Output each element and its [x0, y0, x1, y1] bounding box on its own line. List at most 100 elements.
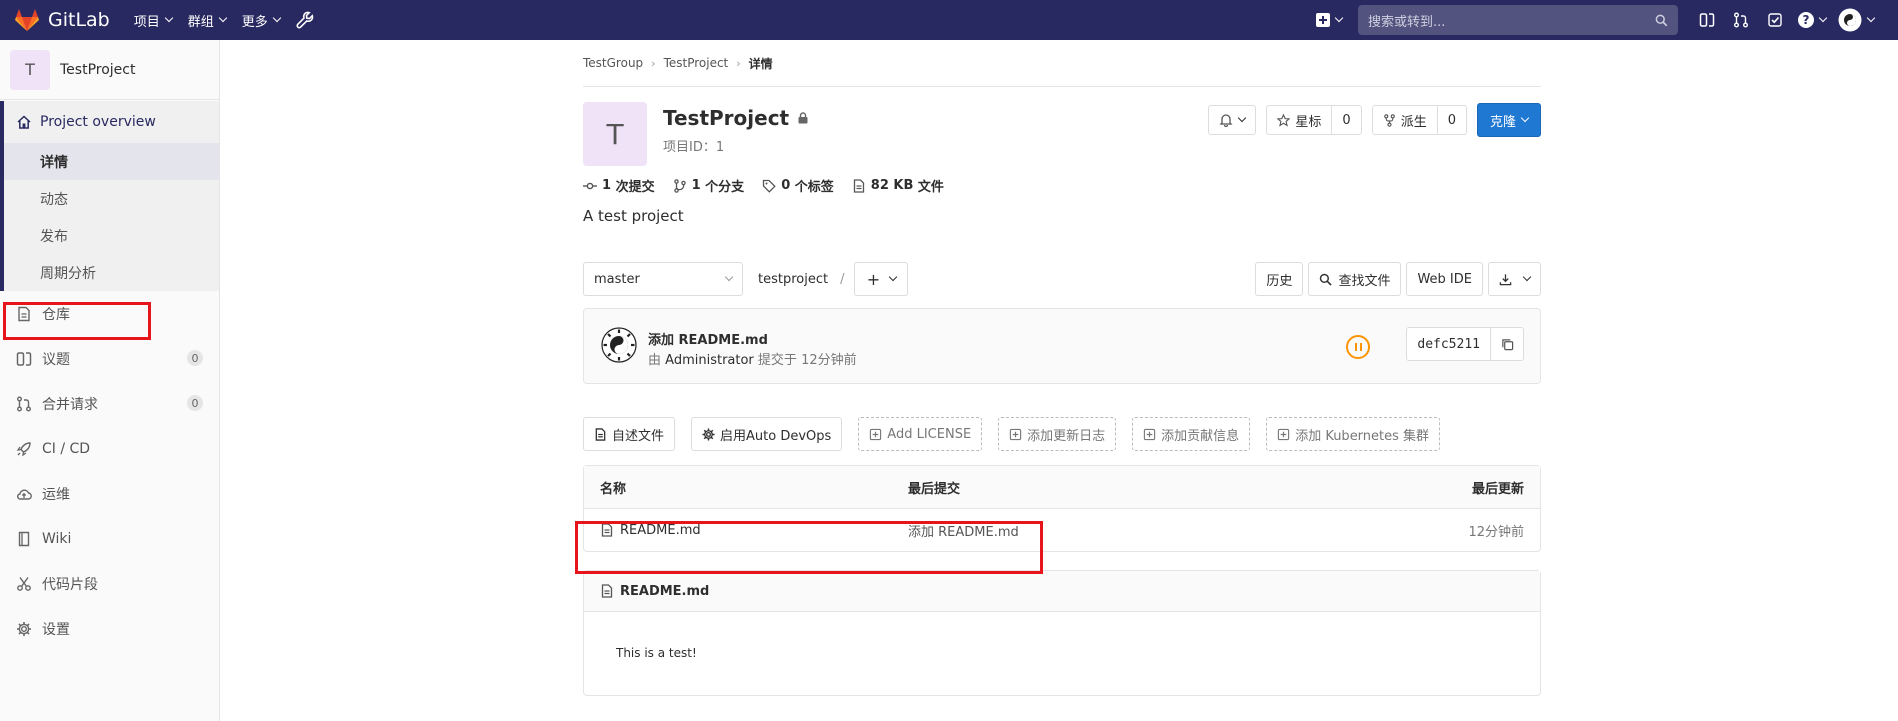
user-menu[interactable]	[1838, 8, 1876, 32]
plus-square-icon	[1144, 428, 1156, 440]
file-name: README.md	[620, 522, 701, 538]
project-avatar: T	[10, 49, 50, 90]
gitlab-logo[interactable]: GitLab	[14, 8, 110, 32]
chevron-down-icon	[1238, 113, 1247, 123]
project-actions: 星标 0 派生 0 克隆	[1208, 103, 1541, 137]
table-header: 名称 最后提交 最后更新	[584, 466, 1540, 509]
readme-filename[interactable]: README.md	[620, 584, 709, 599]
sidebar-project-header[interactable]: T TestProject	[0, 40, 219, 100]
chevron-down-icon	[724, 272, 734, 282]
sidebar-item-label: 代码片段	[42, 576, 98, 593]
new-dropdown[interactable]	[1316, 13, 1344, 27]
admin-area-link[interactable]	[296, 11, 314, 29]
breadcrumb-group[interactable]: TestGroup	[583, 56, 643, 70]
search-icon	[1320, 273, 1333, 286]
quick-action-label: 自述文件	[612, 428, 665, 444]
sidebar-item-issues[interactable]: 议题 0	[0, 336, 219, 381]
chevron-down-icon	[1818, 13, 1828, 23]
download-dropdown[interactable]	[1488, 262, 1541, 296]
sidebar-subitem-releases[interactable]: 发布	[4, 217, 219, 254]
sidebar-subitem-activity[interactable]: 动态	[4, 180, 219, 217]
table-row[interactable]: README.md 添加 README.md 12分钟前	[584, 509, 1540, 551]
star-count[interactable]: 0	[1332, 105, 1362, 135]
download-icon	[1499, 273, 1512, 285]
pipeline-paused-icon[interactable]	[1346, 335, 1370, 359]
sidebar-item-merge-requests[interactable]: 合并请求 0	[0, 381, 219, 426]
search-placeholder: 搜索或转到...	[1368, 14, 1446, 30]
copy-sha-button[interactable]	[1491, 328, 1523, 360]
breadcrumb-current[interactable]: 详情	[749, 55, 773, 72]
file-last-commit[interactable]: 添加 README.md	[908, 509, 1019, 551]
commit-time: 12分钟前	[801, 353, 857, 368]
projects-menu-label: 项目	[133, 14, 160, 30]
notification-dropdown[interactable]	[1208, 105, 1257, 135]
auto-devops-button[interactable]: 启用Auto DevOps	[691, 417, 843, 451]
sidebar-item-label: 运维	[42, 486, 70, 503]
sidebar-item-ci-cd[interactable]: CI / CD	[0, 426, 219, 471]
add-changelog-button[interactable]: 添加更新日志	[998, 417, 1117, 451]
sidebar-item-operations[interactable]: 运维	[0, 471, 219, 516]
tree-controls: master testproject / + 历史 查找文件 Web IDE	[583, 262, 1541, 296]
sidebar-project-name: TestProject	[60, 61, 136, 78]
tanuki-icon	[15, 9, 39, 31]
add-to-tree-dropdown[interactable]: +	[854, 262, 909, 296]
author-avatar[interactable]	[601, 327, 637, 363]
file-name-cell[interactable]: README.md	[600, 509, 701, 551]
project-header: T TestProject 项目ID：1 星标 0 派生 0 克隆	[583, 102, 1541, 186]
add-license-button[interactable]: Add LICENSE	[858, 417, 983, 451]
merge-requests-count-badge: 0	[187, 395, 203, 411]
lock-icon	[798, 112, 808, 124]
more-menu[interactable]: 更多	[242, 11, 282, 30]
find-file-button[interactable]: 查找文件	[1308, 262, 1402, 296]
add-kubernetes-button[interactable]: 添加 Kubernetes 集群	[1266, 417, 1441, 451]
commit-title[interactable]: 添加 README.md	[648, 329, 768, 348]
star-button[interactable]: 星标	[1266, 105, 1333, 135]
add-contributing-button[interactable]: 添加贡献信息	[1132, 417, 1251, 451]
merge-requests-nav-button[interactable]	[1724, 0, 1758, 40]
repo-path[interactable]: testproject	[758, 272, 828, 287]
project-name: TestProject	[663, 106, 790, 130]
question-icon: ?	[1798, 12, 1814, 28]
issues-icon	[1699, 13, 1715, 27]
clone-label: 克隆	[1489, 114, 1516, 130]
groups-menu[interactable]: 群组	[188, 11, 228, 30]
history-button[interactable]: 历史	[1255, 262, 1304, 296]
breadcrumb: TestGroup › TestProject › 详情	[583, 40, 1541, 87]
merge-request-icon	[17, 396, 31, 411]
book-icon	[18, 531, 30, 546]
fork-count[interactable]: 0	[1437, 105, 1467, 135]
commit-committed: 提交于	[757, 353, 797, 368]
repository-icon	[18, 306, 30, 321]
readme-panel: README.md This is a test!	[583, 570, 1541, 696]
sidebar-subitem-details[interactable]: 详情	[4, 143, 219, 180]
commit-by: 由	[648, 353, 662, 368]
branch-selector[interactable]: master	[583, 262, 743, 296]
file-tree-table: 名称 最后提交 最后更新 README.md 添加 README.md 12分钟…	[583, 465, 1541, 552]
breadcrumb-project[interactable]: TestProject	[664, 56, 729, 70]
star-label: 星标	[1295, 114, 1322, 130]
projects-menu[interactable]: 项目	[133, 11, 174, 30]
readme-quick-button[interactable]: 自述文件	[583, 417, 676, 451]
chevron-down-icon	[1520, 113, 1530, 123]
search-input[interactable]: 搜索或转到...	[1358, 5, 1678, 35]
help-dropdown[interactable]: ?	[1798, 12, 1828, 28]
sidebar-item-snippets[interactable]: 代码片段	[0, 561, 219, 606]
sidebar-item-wiki[interactable]: Wiki	[0, 516, 219, 561]
sidebar-item-repository[interactable]: 仓库	[0, 291, 219, 336]
todos-nav-button[interactable]	[1758, 0, 1792, 40]
sidebar-item-project-overview[interactable]: Project overview	[4, 101, 219, 143]
fork-icon	[1383, 113, 1395, 127]
fork-button[interactable]: 派生	[1371, 105, 1438, 135]
branch-name: master	[594, 271, 640, 287]
commit-sha-group: defc5211	[1406, 327, 1524, 361]
commit-author[interactable]: Administrator	[665, 353, 754, 368]
sidebar-item-settings[interactable]: 设置	[0, 606, 219, 651]
commit-sha[interactable]: defc5211	[1407, 328, 1491, 360]
clone-dropdown-button[interactable]: 克隆	[1476, 103, 1541, 137]
project-description: A test project	[583, 207, 684, 225]
sidebar-subitem-cycle-analytics[interactable]: 周期分析	[4, 254, 219, 291]
merge-request-icon	[1734, 12, 1748, 28]
issues-nav-button[interactable]	[1690, 0, 1724, 40]
last-commit-panel: 添加 README.md 由 Administrator 提交于 12分钟前 d…	[583, 308, 1541, 384]
web-ide-button[interactable]: Web IDE	[1406, 262, 1483, 296]
